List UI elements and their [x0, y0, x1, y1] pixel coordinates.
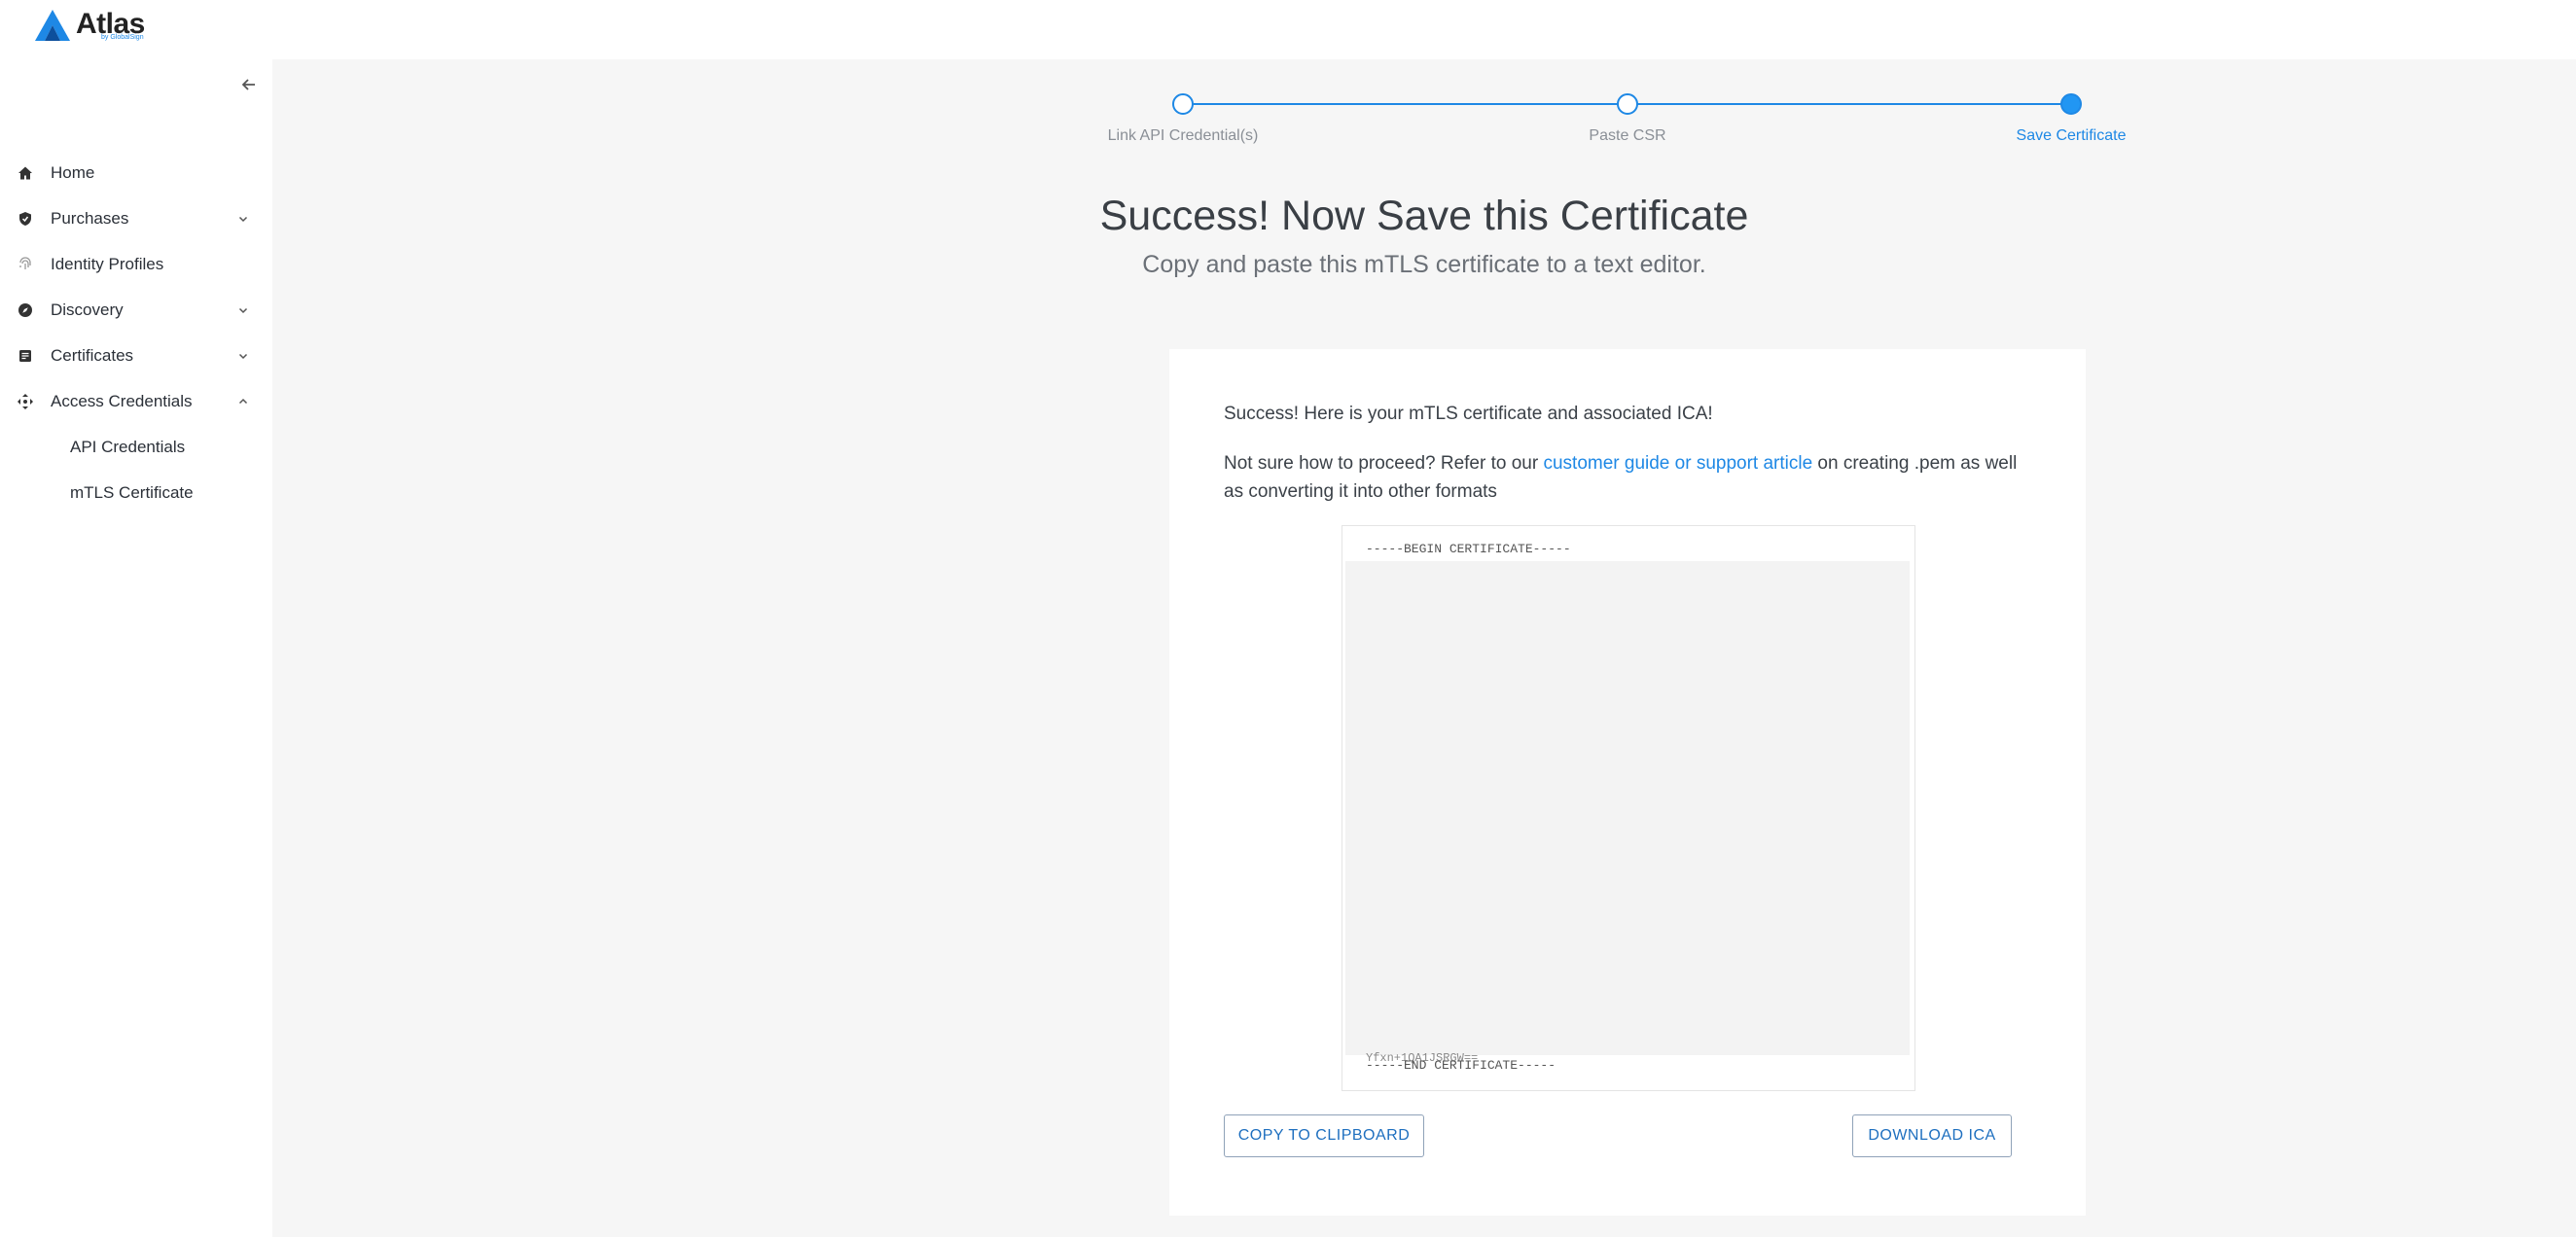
sidebar-item-identity-profiles[interactable]: Identity Profiles — [0, 245, 272, 284]
help-text: Not sure how to proceed? Refer to our cu… — [1224, 449, 2041, 506]
customer-guide-link[interactable]: customer guide or support article — [1543, 453, 1812, 474]
logo-subtext: by GlobalSign — [101, 34, 144, 41]
step-label: Paste CSR — [1589, 127, 1666, 144]
cert-end-line: -----END CERTIFICATE----- — [1366, 1058, 1556, 1073]
sidebar-item-access-credentials[interactable]: Access Credentials — [0, 382, 272, 421]
page-title: Success! Now Save this Certificate — [1099, 193, 1749, 239]
sidebar-item-label: Access Credentials — [51, 392, 193, 410]
copy-to-clipboard-button[interactable]: COPY TO CLIPBOARD — [1224, 1114, 1424, 1157]
atlas-logo-icon — [35, 10, 70, 41]
compass-icon — [16, 300, 35, 320]
success-message: Success! Here is your mTLS certificate a… — [1224, 404, 1713, 424]
certificate-card: Success! Here is your mTLS certificate a… — [1169, 349, 2086, 1216]
step-dot-link-api[interactable] — [1172, 93, 1194, 115]
step-dot-paste-csr[interactable] — [1617, 93, 1638, 115]
sidebar-item-label: Identity Profiles — [51, 255, 164, 273]
chevron-down-icon[interactable] — [235, 302, 251, 318]
sidebar-subitem-label: mTLS Certificate — [70, 483, 194, 502]
home-icon — [16, 163, 35, 183]
arrow-left-icon — [241, 79, 255, 90]
sidebar-item-certificates[interactable]: Certificates — [0, 336, 272, 375]
fingerprint-icon — [16, 255, 35, 274]
page-subtitle: Copy and paste this mTLS certificate to … — [1142, 251, 1706, 278]
certificate-body-redacted — [1345, 561, 1910, 1055]
sidebar-item-label: Home — [51, 163, 95, 182]
sidebar-subitem-label: API Credentials — [70, 438, 186, 456]
shield-icon — [16, 209, 35, 229]
sidebar-subitem-api-credentials[interactable]: API Credentials — [0, 428, 272, 467]
certificate-textbox[interactable]: -----BEGIN CERTIFICATE----- Yfxn+1QA1JSR… — [1342, 525, 1915, 1091]
move-arrows-icon — [16, 392, 35, 411]
top-bar: Atlas by GlobalSign — [0, 0, 2576, 59]
document-icon — [16, 346, 35, 366]
help-text-prefix: Not sure how to proceed? Refer to our — [1224, 453, 1544, 474]
sidebar-item-purchases[interactable]: Purchases — [0, 199, 272, 238]
main-content: Link API Credential(s) Paste CSR Save Ce… — [272, 59, 2576, 1237]
chevron-down-icon[interactable] — [235, 211, 251, 227]
sidebar-subitem-mtls-certificate[interactable]: mTLS Certificate — [0, 474, 272, 512]
sidebar: Home Purchases Identity Profiles Discove… — [0, 59, 272, 1237]
sidebar-item-label: Certificates — [51, 346, 134, 365]
step-label: Save Certificate — [2016, 127, 2127, 144]
chevron-down-icon[interactable] — [235, 348, 251, 364]
step-dot-save-certificate[interactable] — [2060, 93, 2082, 115]
sidebar-item-label: Purchases — [51, 209, 129, 228]
chevron-up-icon[interactable] — [235, 394, 251, 409]
sidebar-item-label: Discovery — [51, 300, 124, 319]
step-label: Link API Credential(s) — [1107, 127, 1259, 144]
sidebar-item-home[interactable]: Home — [0, 154, 272, 193]
sidebar-item-discovery[interactable]: Discovery — [0, 291, 272, 330]
download-ica-button[interactable]: DOWNLOAD ICA — [1852, 1114, 2012, 1157]
collapse-sidebar-button[interactable] — [237, 73, 261, 96]
cert-begin-line: -----BEGIN CERTIFICATE----- — [1366, 542, 1571, 556]
